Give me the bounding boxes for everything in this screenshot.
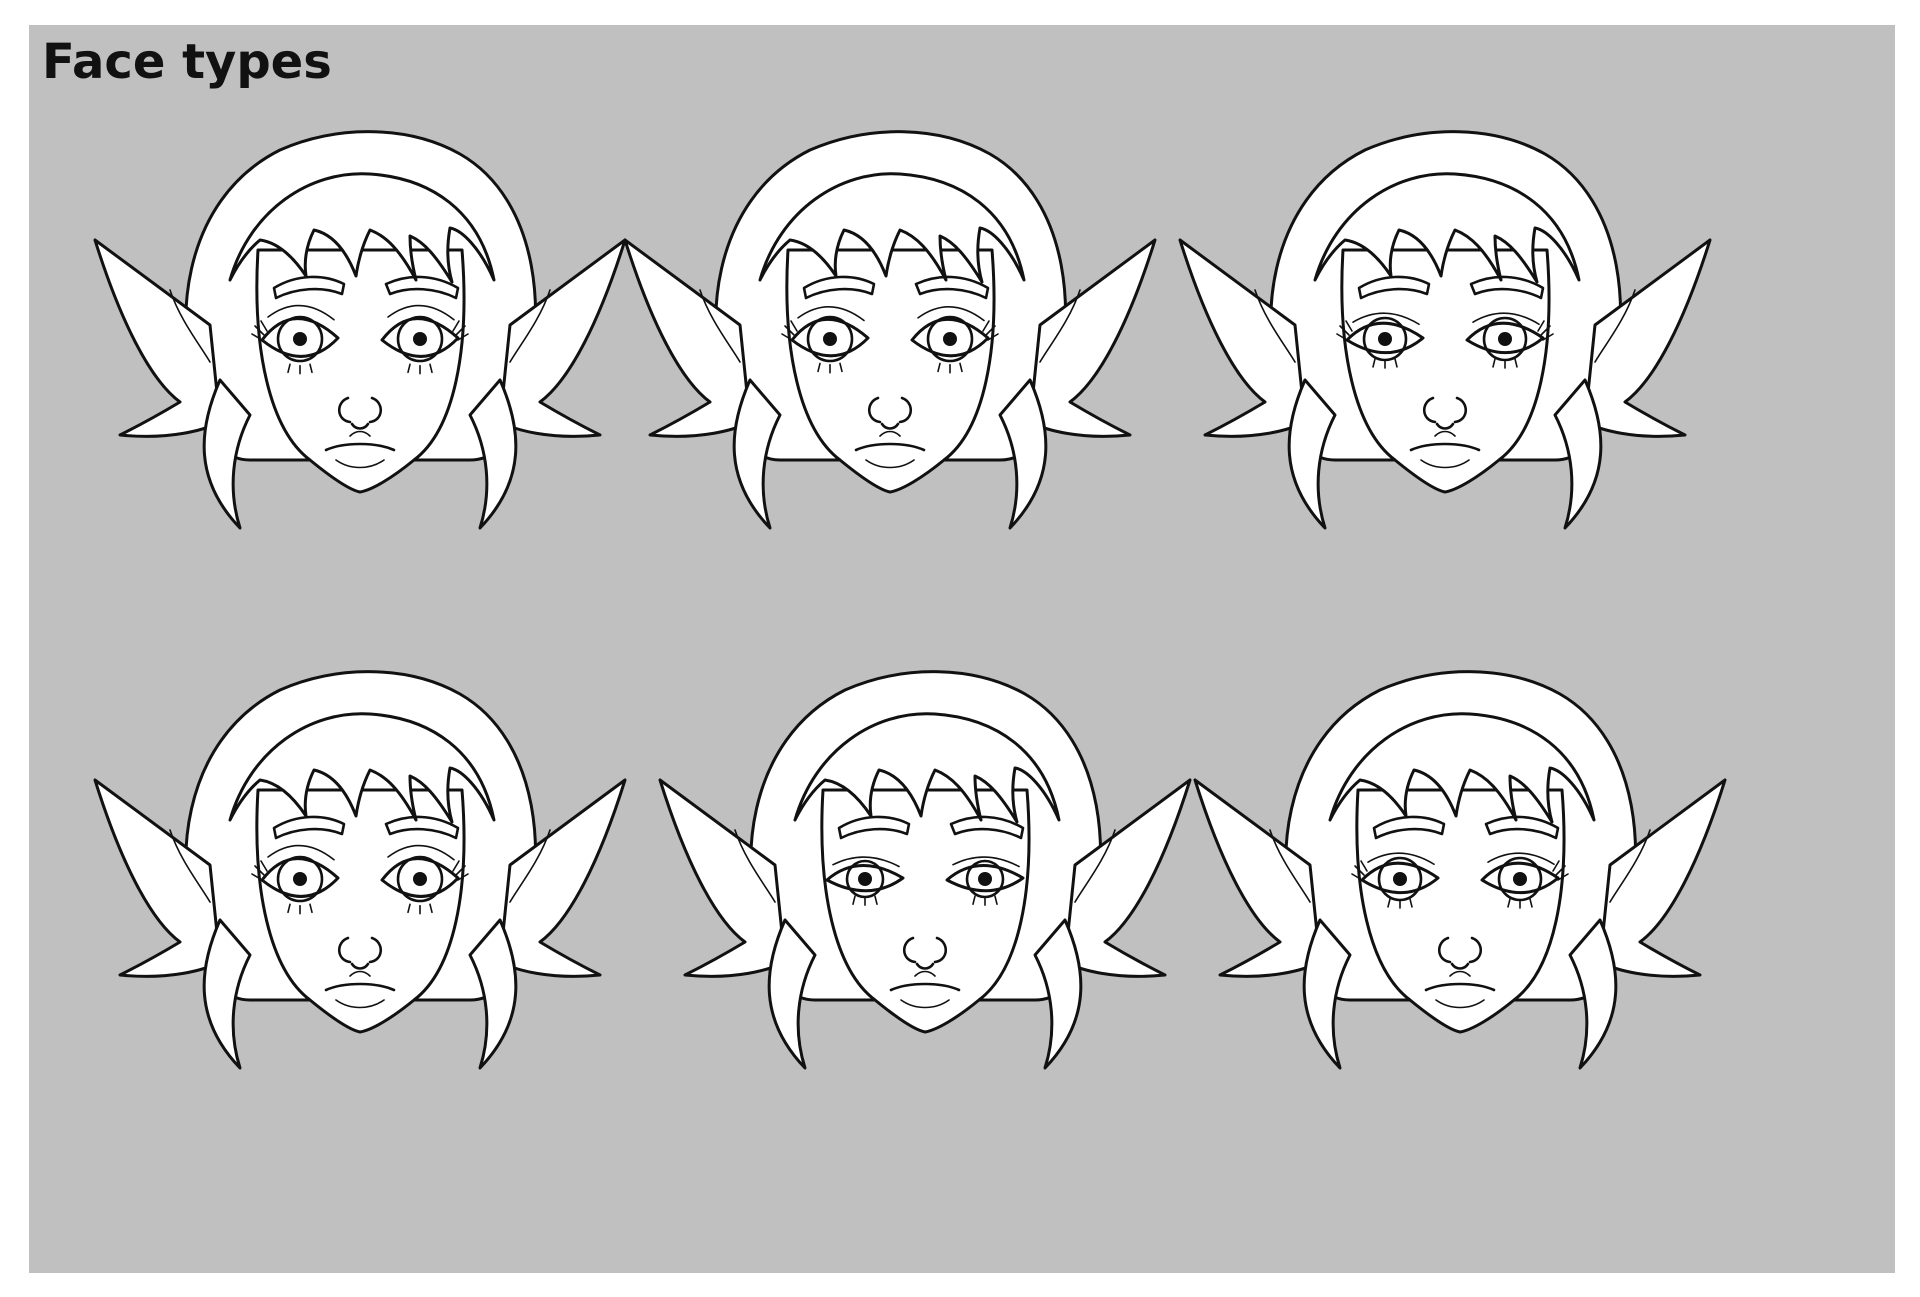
face-drawing-6 [1193, 670, 1727, 1070]
face-drawing-2 [623, 130, 1157, 530]
face-drawing-1 [93, 130, 627, 530]
face-drawing-5 [658, 670, 1192, 1070]
face-drawing-4 [93, 670, 627, 1070]
page-title: Face types [42, 34, 332, 90]
face-drawing-3 [1178, 130, 1712, 530]
